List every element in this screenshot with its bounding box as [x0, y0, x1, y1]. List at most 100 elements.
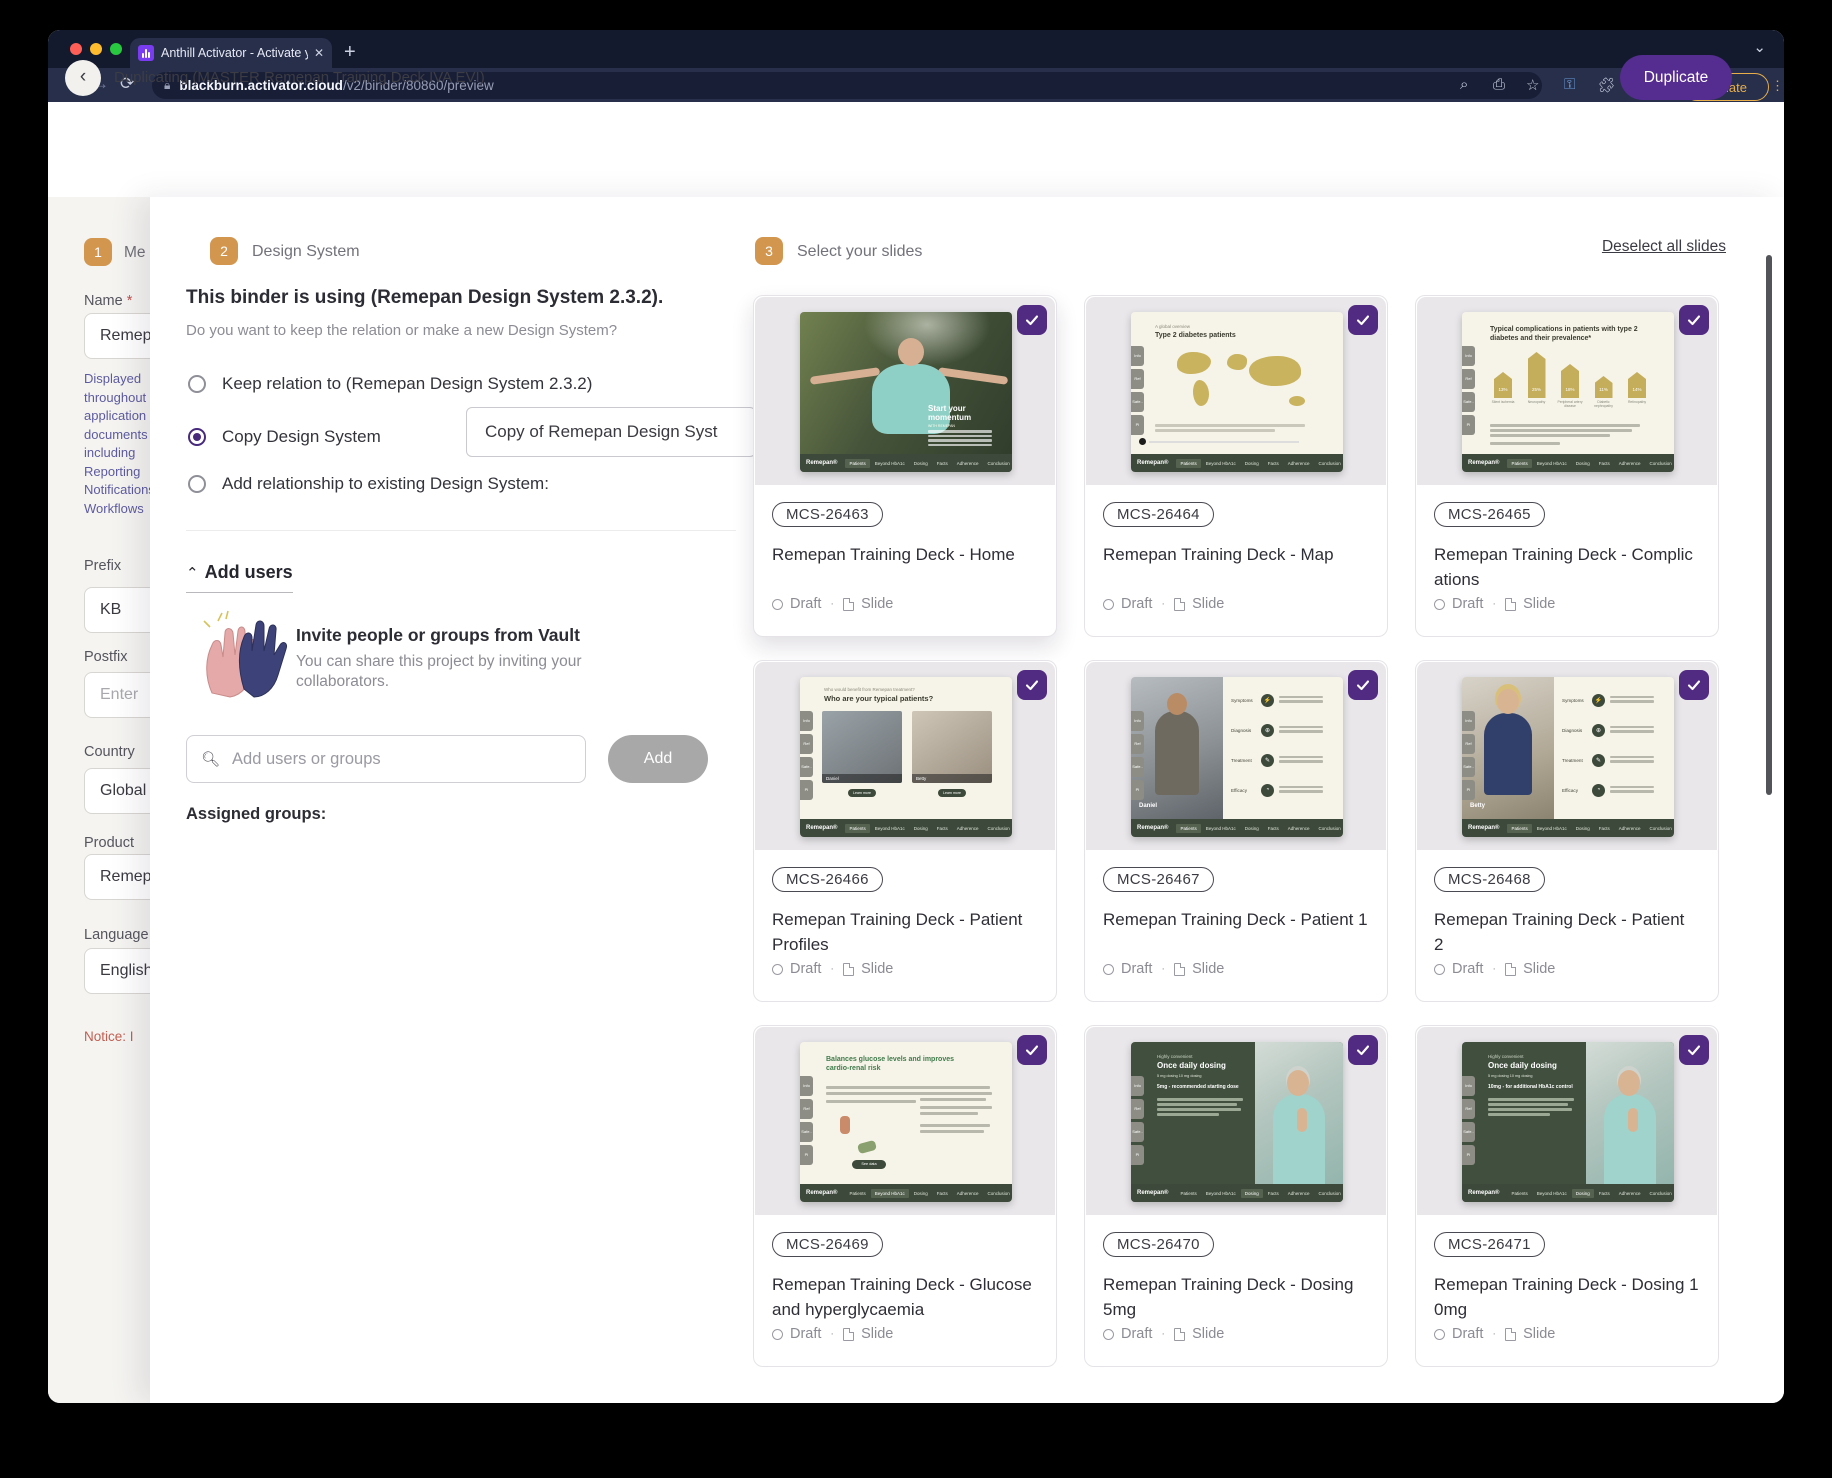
zoom-icon[interactable]: ⌕: [1460, 76, 1468, 93]
slide-file-icon: [1505, 1328, 1516, 1341]
slide-selected-checkbox[interactable]: [1679, 305, 1709, 335]
slide-card[interactable]: InfoRefSafe..PIBettySymptoms⚡Diagnosis⊕T…: [1415, 660, 1719, 1002]
slide-selected-checkbox[interactable]: [1017, 1035, 1047, 1065]
slide-file-icon: [1505, 598, 1516, 611]
dot-separator: ·: [1492, 1328, 1496, 1340]
step-3-badge: 3: [755, 237, 783, 265]
slide-id-badge: MCS-26464: [1103, 502, 1214, 527]
slide-file-icon: [1174, 963, 1185, 976]
slides-grid: Start your momentumWITH REMEPANRemepan®P…: [753, 295, 1713, 1375]
slide-card[interactable]: InfoRefSafe..PIA global overviewType 2 d…: [1084, 295, 1388, 637]
radio-icon[interactable]: [188, 375, 206, 393]
field-label: Language: [84, 927, 149, 943]
site-favicon-icon: [138, 45, 154, 61]
slide-preview-dosing: InfoRefSafe..PIHighly convenientOnce dai…: [1131, 1042, 1343, 1202]
maximize-window-button[interactable]: [110, 43, 122, 55]
add-users-search-input[interactable]: 🔍︎ Add users or groups: [186, 735, 586, 783]
language-field[interactable]: English: [84, 948, 150, 994]
product-field[interactable]: Remepan: [84, 854, 150, 900]
slide-side-tabs: InfoRefSafe..PI: [1462, 711, 1475, 803]
field-label: Product: [84, 835, 134, 851]
slide-thumbnail-zone: InfoRefSafe..PIHighly convenientOnce dai…: [1417, 1027, 1717, 1215]
design-system-option[interactable]: Keep relation to (Remepan Design System …: [188, 374, 592, 394]
slide-selected-checkbox[interactable]: [1679, 1035, 1709, 1065]
slide-status-row: Draft · Slide: [1103, 596, 1224, 612]
tab-search-chevron-icon[interactable]: ⌄: [1753, 38, 1766, 56]
draft-status-icon: [1103, 964, 1114, 975]
design-system-option[interactable]: Add relationship to existing Design Syst…: [188, 474, 549, 494]
slide-thumbnail-zone: InfoRefSafe..PIA global overviewType 2 d…: [1086, 297, 1386, 485]
name-field[interactable]: Remepan: [84, 313, 150, 359]
slide-id-badge: MCS-26466: [772, 867, 883, 892]
browser-tab[interactable]: Anthill Activator - Activate your ✕: [130, 38, 332, 68]
slide-card[interactable]: Start your momentumWITH REMEPANRemepan®P…: [753, 295, 1057, 637]
slide-nav-bar: Remepan®PatientsBeyond HbA1cDosingFactsA…: [1462, 819, 1674, 837]
add-user-button[interactable]: Add: [608, 735, 708, 783]
dot-separator: ·: [1161, 598, 1165, 610]
slide-file-icon: [843, 1328, 854, 1341]
dot-separator: ·: [1492, 598, 1496, 610]
dot-separator: ·: [830, 1328, 834, 1340]
slide-status-row: Draft · Slide: [772, 1326, 893, 1342]
slide-selected-checkbox[interactable]: [1679, 670, 1709, 700]
status-label: Draft: [790, 1326, 821, 1342]
slide-card[interactable]: InfoRefSafe..PIBalances glucose levels a…: [753, 1025, 1057, 1367]
slide-side-tabs: InfoRefSafe..PI: [800, 711, 813, 803]
prefix-field[interactable]: KB: [84, 587, 150, 633]
radio-icon[interactable]: [188, 475, 206, 493]
search-icon: 🔍︎: [201, 750, 220, 768]
minimize-window-button[interactable]: [90, 43, 102, 55]
slide-status-row: Draft · Slide: [1103, 961, 1224, 977]
browser-tabstrip: Anthill Activator - Activate your ✕ + ⌄: [48, 30, 1784, 68]
slide-selected-checkbox[interactable]: [1017, 670, 1047, 700]
slide-side-tabs: InfoRefSafe..PI: [1462, 346, 1475, 438]
dot-separator: ·: [1161, 963, 1165, 975]
bookmark-star-icon[interactable]: ☆: [1526, 76, 1539, 94]
close-window-button[interactable]: [70, 43, 82, 55]
slide-card[interactable]: InfoRefSafe..PIWho would benefit from Re…: [753, 660, 1057, 1002]
name-label: Name *: [84, 293, 132, 309]
radio-selected-icon[interactable]: [188, 428, 206, 446]
design-system-option[interactable]: Copy Design System: [188, 427, 381, 447]
design-system-subheading: Do you want to keep the relation or make…: [186, 322, 617, 339]
metadata-column: 1 Me Name * Remepan Displayed throughout…: [48, 197, 150, 1403]
draft-status-icon: [1434, 599, 1445, 610]
slide-selected-checkbox[interactable]: [1348, 1035, 1378, 1065]
scrollbar-thumb[interactable]: [1766, 255, 1772, 795]
slide-title: Remepan Training Deck - Patient 2: [1434, 907, 1704, 957]
back-button[interactable]: ‹: [65, 60, 101, 96]
slide-card[interactable]: InfoRefSafe..PIHighly convenientOnce dai…: [1084, 1025, 1388, 1367]
slide-id-badge: MCS-26468: [1434, 867, 1545, 892]
add-users-toggle[interactable]: ⌃Add users: [186, 562, 293, 593]
password-extension-icon[interactable]: ⚿: [1564, 76, 1575, 93]
slide-thumbnail-zone: InfoRefSafe..PIBettySymptoms⚡Diagnosis⊕T…: [1417, 662, 1717, 850]
slide-selected-checkbox[interactable]: [1348, 305, 1378, 335]
design-system-heading: This binder is using (Remepan Design Sys…: [186, 287, 663, 309]
deselect-all-slides-link[interactable]: Deselect all slides: [1602, 238, 1726, 256]
slide-side-tabs: InfoRefSafe..PI: [1131, 711, 1144, 803]
postfix-field[interactable]: Enter: [84, 672, 150, 718]
field-label: Prefix: [84, 558, 121, 574]
slide-selected-checkbox[interactable]: [1348, 670, 1378, 700]
slide-status-row: Draft · Slide: [1434, 596, 1555, 612]
slide-preview-patient: InfoRefSafe..PIBettySymptoms⚡Diagnosis⊕T…: [1462, 677, 1674, 837]
share-icon[interactable]: ⎙: [1493, 76, 1505, 93]
slide-card[interactable]: InfoRefSafe..PIDanielSymptoms⚡Diagnosis⊕…: [1084, 660, 1388, 1002]
tab-close-icon[interactable]: ✕: [314, 46, 324, 60]
extensions-puzzle-icon[interactable]: 🧩︎: [1597, 76, 1616, 94]
status-label: Draft: [1452, 961, 1483, 977]
slide-preview-chart: InfoRefSafe..PITypical complications in …: [1462, 312, 1674, 472]
slide-title: Remepan Training Deck - Patient 1: [1103, 907, 1373, 932]
copy-design-system-input[interactable]: Copy of Remepan Design Syst: [466, 407, 756, 457]
slide-title: Remepan Training Deck - Patient Profiles: [772, 907, 1042, 957]
slide-card[interactable]: InfoRefSafe..PIHighly convenientOnce dai…: [1415, 1025, 1719, 1367]
slide-card[interactable]: InfoRefSafe..PITypical complications in …: [1415, 295, 1719, 637]
new-tab-button[interactable]: +: [344, 38, 356, 66]
slide-selected-checkbox[interactable]: [1017, 305, 1047, 335]
draft-status-icon: [1434, 1329, 1445, 1340]
duplicate-button[interactable]: Duplicate: [1620, 55, 1732, 100]
browser-menu-icon[interactable]: ⋮: [1771, 73, 1784, 99]
status-label: Draft: [1452, 596, 1483, 612]
radio-label: Add relationship to existing Design Syst…: [222, 474, 549, 494]
country-field[interactable]: Global: [84, 768, 150, 814]
